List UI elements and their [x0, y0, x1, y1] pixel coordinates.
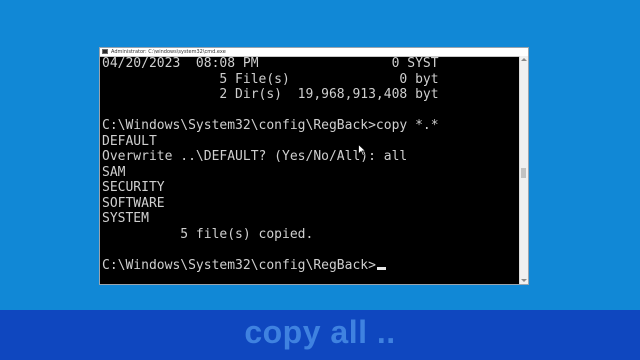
console-line: SECURITY — [102, 180, 165, 195]
prompt-text: C:\Windows\System32\config\RegBack> — [102, 257, 376, 273]
console-line: 5 file(s) copied. — [102, 226, 314, 242]
mouse-pointer-icon — [358, 144, 366, 156]
caption-band: copy all .. — [0, 310, 640, 360]
console-line: 04/20/2023 08:08 PM 0 SYST — [102, 56, 439, 71]
vertical-scrollbar[interactable] — [519, 56, 528, 284]
console-line: 5 File(s) 0 byt — [102, 71, 439, 87]
console-output[interactable]: 04/20/2023 08:08 PM 0 SYST 5 File(s) 0 b… — [100, 56, 522, 284]
prompt-line[interactable]: C:\Windows\System32\config\RegBack> — [102, 258, 522, 274]
cmd-icon — [102, 49, 108, 54]
scroll-up-arrow-icon[interactable] — [521, 58, 527, 61]
scrollbar-thumb[interactable] — [521, 168, 526, 178]
scroll-down-arrow-icon[interactable] — [521, 279, 527, 282]
console-line: SAM — [102, 164, 126, 180]
caption-text: copy all .. — [244, 314, 396, 350]
console-line: SOFTWARE — [102, 195, 165, 211]
console-line: SYSTEM — [102, 211, 149, 226]
console-line: Overwrite ..\DEFAULT? (Yes/No/All): all — [102, 149, 408, 164]
text-cursor — [376, 266, 386, 270]
console-line: DEFAULT — [102, 133, 157, 149]
console-line: C:\Windows\System32\config\RegBack>copy … — [102, 118, 439, 133]
window-title: Administrator: C:\windows\system32\cmd.e… — [111, 49, 226, 55]
console-line: 2 Dir(s) 19,968,913,408 byt — [102, 87, 439, 102]
cmd-window[interactable]: Administrator: C:\windows\system32\cmd.e… — [99, 47, 529, 285]
